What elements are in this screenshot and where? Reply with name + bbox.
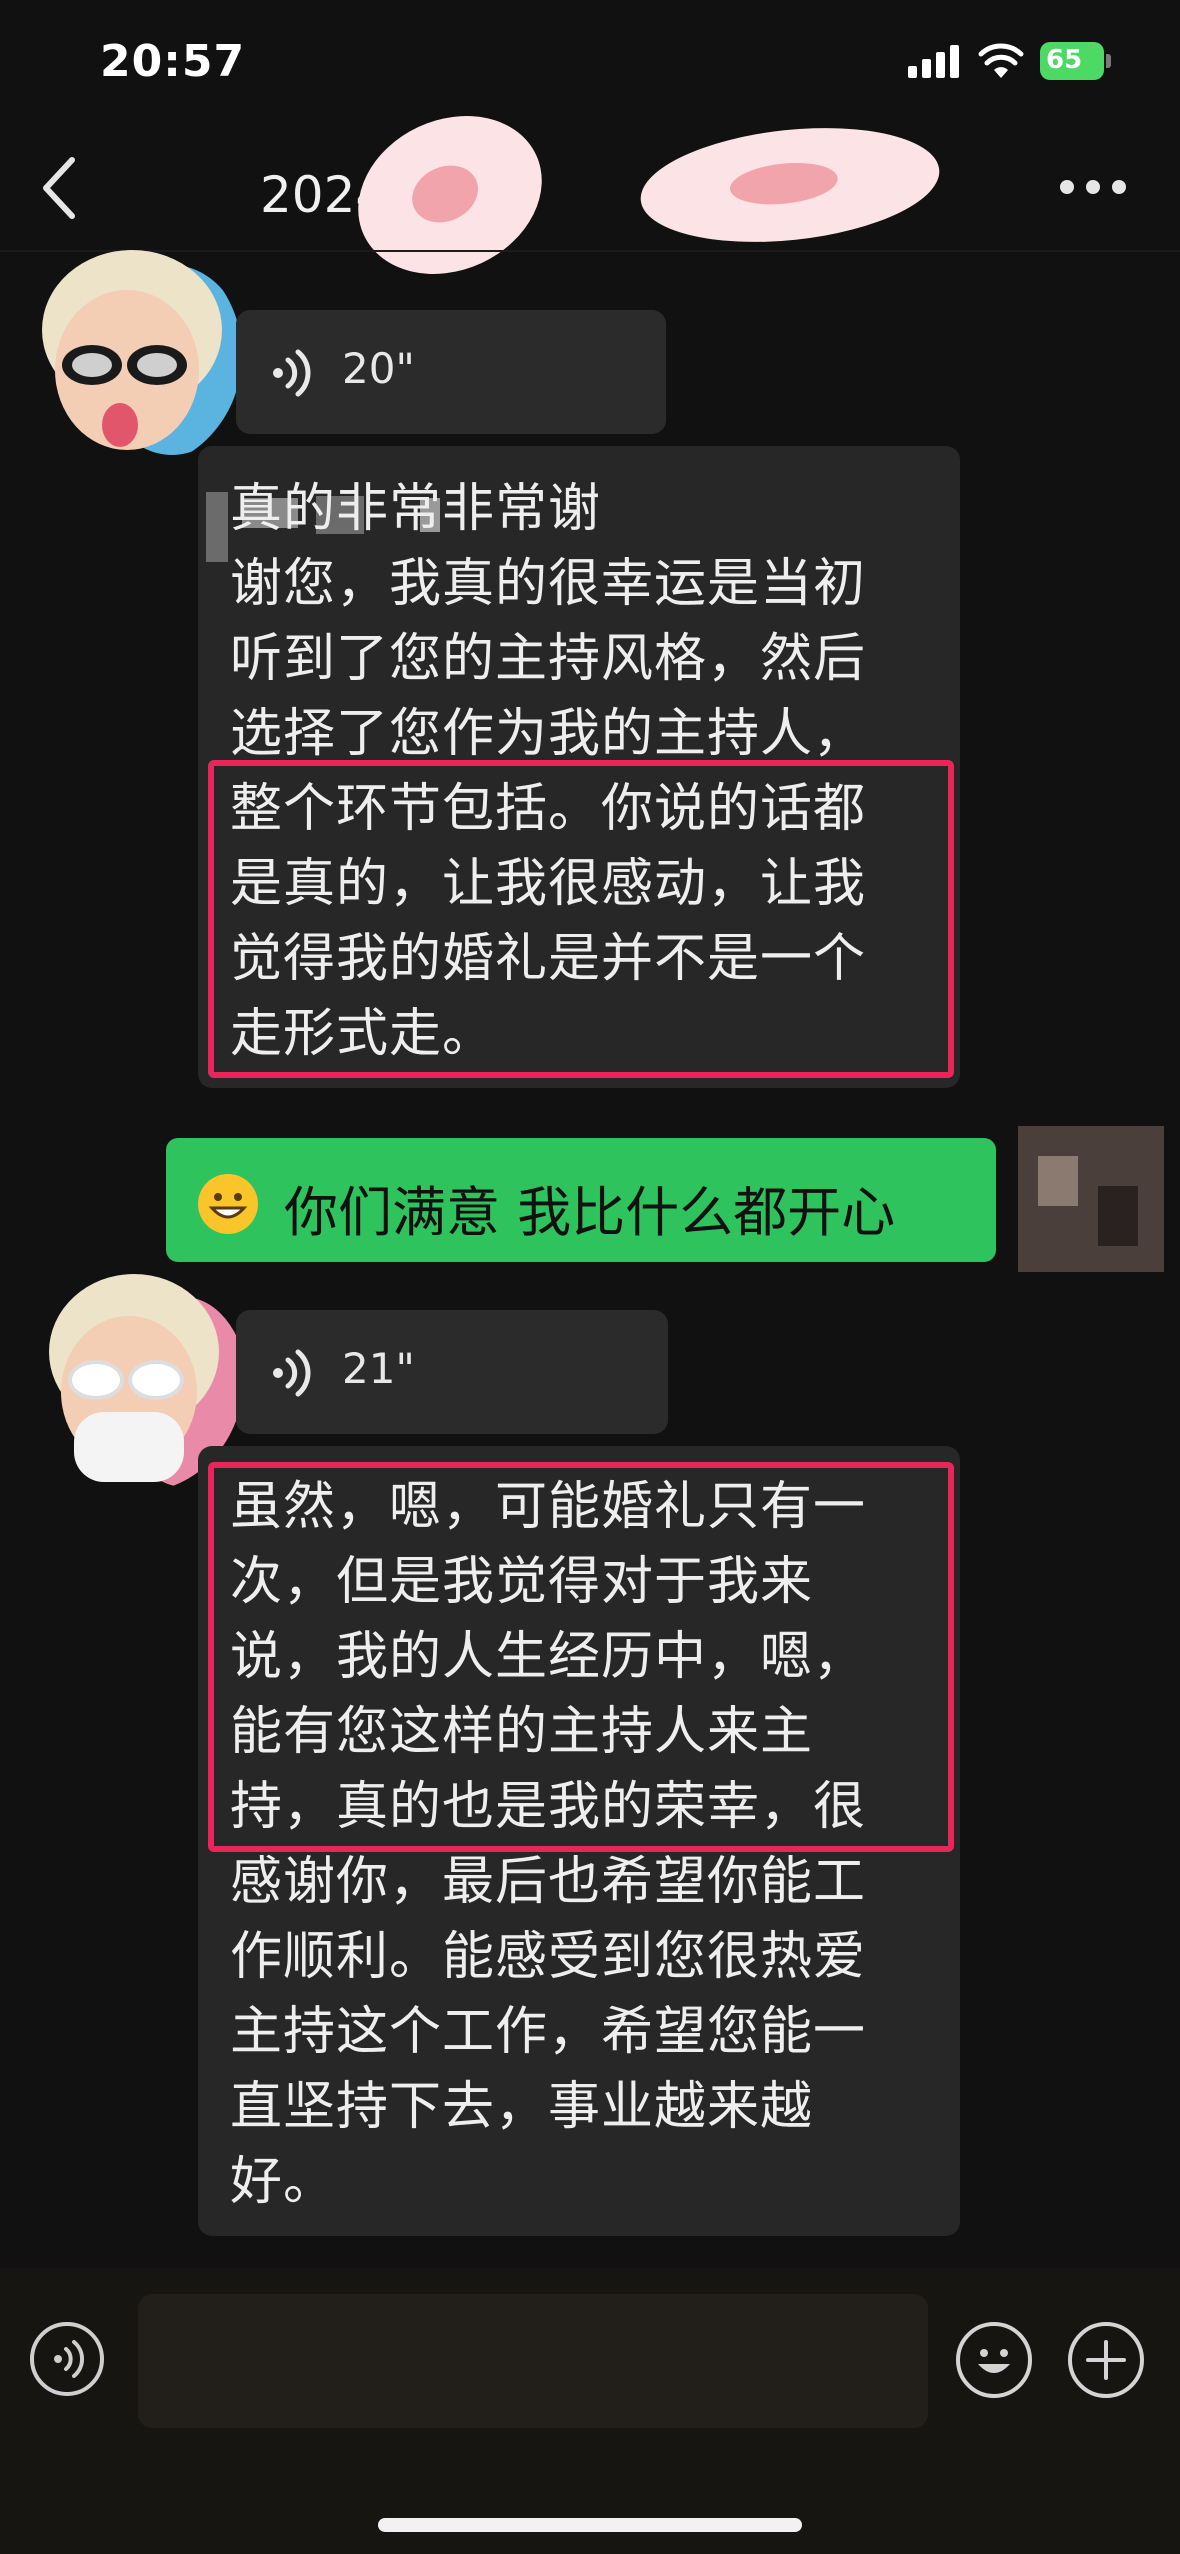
- voice-wave-icon: [273, 349, 311, 397]
- privacy-sticker: [332, 86, 568, 304]
- plus-icon[interactable]: [1068, 2322, 1144, 2398]
- highlight-box: [208, 1462, 954, 1852]
- voice-message[interactable]: 21": [236, 1310, 668, 1434]
- more-dots-icon[interactable]: [1060, 178, 1130, 198]
- sent-message-text: 你们满意 我比什么都开心: [284, 1181, 896, 1244]
- grin-emoji-icon: [198, 1174, 258, 1234]
- voice-duration: 20": [342, 344, 415, 393]
- voice-duration: 21": [342, 1344, 415, 1393]
- highlight-box: [208, 760, 954, 1078]
- wifi-icon: [978, 43, 1024, 78]
- voice-message[interactable]: 20": [236, 310, 666, 434]
- pixelated-text: [206, 492, 228, 562]
- battery-icon: 65: [1040, 42, 1114, 80]
- voice-wave-icon: [273, 1349, 311, 1397]
- voice-input-icon[interactable]: [30, 2322, 104, 2396]
- signal-icon: [908, 44, 960, 78]
- sender-avatar[interactable]: [22, 240, 242, 470]
- privacy-sticker: [635, 114, 945, 256]
- battery-level: 65: [1046, 45, 1083, 75]
- my-avatar[interactable]: [1018, 1126, 1164, 1272]
- status-time: 20:57: [100, 36, 246, 87]
- message-input[interactable]: [138, 2294, 928, 2428]
- back-arrow-icon[interactable]: [36, 150, 84, 226]
- emoji-icon[interactable]: [956, 2322, 1032, 2398]
- home-indicator[interactable]: [378, 2518, 802, 2532]
- sent-message[interactable]: 你们满意 我比什么都开心: [166, 1138, 996, 1262]
